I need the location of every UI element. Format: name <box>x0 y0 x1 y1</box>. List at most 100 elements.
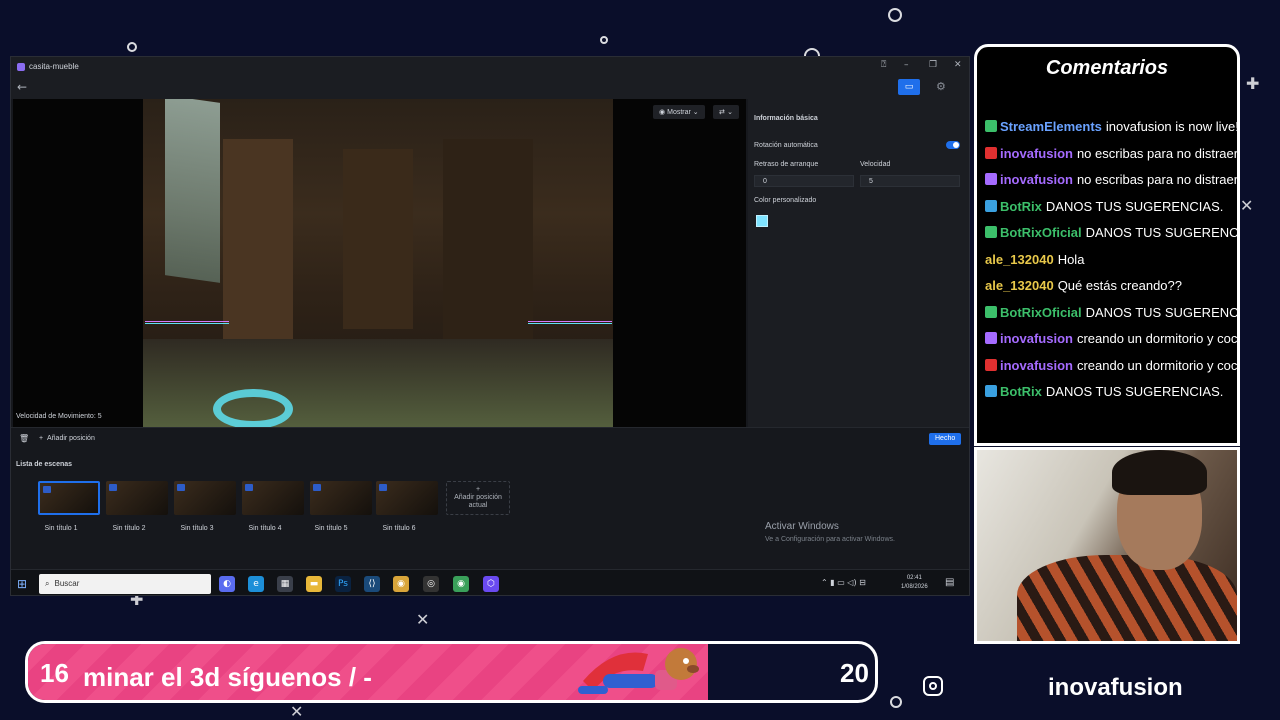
add-current-label: actual <box>468 502 488 509</box>
chat-badge-icon <box>985 173 997 185</box>
background-sparkle: ✚ <box>1246 74 1260 93</box>
taskbar-clock[interactable]: 02:41 1/08/2026 <box>901 574 928 592</box>
clock-time: 02:41 <box>906 575 922 581</box>
scene-tag-icon <box>245 484 253 491</box>
start-delay-input[interactable]: 0 <box>754 175 854 187</box>
chat-message: inovafusion no escribas para no distraer <box>985 146 1237 161</box>
person-sweater <box>1017 555 1237 641</box>
show-label: Mostrar <box>667 109 691 116</box>
maximize-button[interactable]: ❐ <box>929 60 937 70</box>
chat-message: inovafusion no escribas para no distraer <box>985 172 1237 187</box>
chat-badge-icon <box>985 120 997 132</box>
chat-text: DANOS TUS SUGERENCIAS. <box>1085 225 1237 240</box>
file-explorer-icon[interactable]: ▬ <box>306 576 322 592</box>
background-sparkle: ✕ <box>290 702 304 720</box>
trash-icon[interactable]: 🗑 <box>19 434 29 443</box>
scene-thumbnail-4[interactable] <box>242 481 304 515</box>
chat-badge-icon <box>985 305 997 318</box>
chat-message: inovafusion creando un dormitorio y cocin… <box>985 331 1237 346</box>
movement-speed-label: Velocidad de Movimiento: 5 <box>16 413 102 420</box>
scene-thumbnail-6[interactable] <box>376 481 438 515</box>
chat-message: BotRix DANOS TUS SUGERENCIAS. <box>985 199 1237 214</box>
auto-rotation-toggle[interactable] <box>946 141 960 149</box>
room-render <box>143 99 613 427</box>
minimize-button[interactable]: – <box>904 60 909 70</box>
scene-tag-icon <box>379 484 387 491</box>
position-guide-left <box>145 321 229 324</box>
chat-username: BotRixOficial <box>1000 225 1082 240</box>
ticker-banner: 16 minar el 3d síguenos / - 20 <box>25 641 878 703</box>
chat-message: ale_132040 Qué estás creando?? <box>985 278 1237 293</box>
scene-thumbnail-1[interactable] <box>38 481 100 515</box>
store-icon[interactable]: ▦ <box>277 576 293 592</box>
add-current-position-button[interactable]: + Añadir posición actual <box>446 481 510 515</box>
scene-label: Sin título 2 <box>112 525 146 532</box>
auto-rotation-label: Rotación automática <box>754 142 818 149</box>
custom-color-label: Color personalizado <box>754 197 817 204</box>
ticker-right-number: 20 <box>840 658 869 688</box>
edge-icon[interactable]: e <box>248 576 264 592</box>
activate-windows-subtitle: Ve a Configuración para activar Windows. <box>765 536 895 543</box>
scene-label: Sin título 1 <box>44 525 78 532</box>
clock-date: 1/08/2026 <box>901 584 928 590</box>
chat-text: creando un dormitorio y cocina <box>1076 357 1237 373</box>
obs-icon[interactable]: ◎ <box>423 576 439 592</box>
chat-username: ale_132040 <box>985 251 1054 267</box>
add-position-button[interactable]: + Añadir posición <box>39 435 95 442</box>
properties-panel: Información básica Rotación automática R… <box>748 99 969 427</box>
show-dropdown[interactable]: ◉ Mostrar ⌄ <box>653 105 705 119</box>
custom-color-swatch[interactable] <box>756 215 768 227</box>
taskbar-search-input[interactable]: ⌕ Buscar <box>39 574 211 594</box>
scene-tag-icon <box>177 484 185 491</box>
system-tray-icons[interactable]: ⌃ ▮ ▭ ◁) ⊟ <box>821 578 866 587</box>
window-render <box>165 99 220 283</box>
activate-windows-title: Activar Windows <box>765 521 839 532</box>
start-delay-label: Retraso de arranque <box>754 161 819 168</box>
chrome-icon[interactable]: ◉ <box>393 576 409 592</box>
close-button[interactable]: ✕ <box>954 60 962 70</box>
background-sparkle: ✕ <box>1240 196 1254 215</box>
wardrobe-render <box>443 139 533 359</box>
done-button[interactable]: Hecho <box>929 433 962 445</box>
app-active-icon[interactable]: ⬡ <box>483 576 499 592</box>
window-title: casita-mueble <box>29 62 79 71</box>
view-mode-button[interactable]: ▭ <box>898 79 920 95</box>
scene-tag-icon <box>43 486 51 493</box>
scene-thumbnail-5[interactable] <box>310 481 372 515</box>
windows-start-icon[interactable]: ⊞ <box>17 577 27 591</box>
chat-text: DANOS TUS SUGERENCIAS. <box>1085 304 1237 320</box>
person-hair <box>1112 450 1207 495</box>
floor-marker-icon <box>213 389 293 427</box>
background-sparkle: ✕ <box>416 610 430 629</box>
help-icon[interactable]: ⍰ <box>881 60 886 70</box>
chat-username: StreamElements <box>1000 119 1102 134</box>
vscode-icon[interactable]: ⟨⟩ <box>364 576 380 592</box>
speed-input[interactable]: 5 <box>860 175 960 187</box>
scene-thumbnail-3[interactable] <box>174 481 236 515</box>
copilot-icon[interactable]: ◐ <box>219 576 235 592</box>
background-bubble <box>127 42 137 52</box>
webcam-feed <box>974 447 1240 644</box>
chat-message: BotRix DANOS TUS SUGERENCIAS. <box>985 384 1237 399</box>
section-title: Información básica <box>754 115 818 122</box>
chat-username: ale_132040 <box>985 278 1054 293</box>
chat-username: BotRix <box>1000 384 1042 399</box>
chat-text: no escribas para no distraer <box>1076 145 1237 161</box>
notification-icon[interactable]: ▤ <box>945 577 954 588</box>
scene-thumbnail-2[interactable] <box>106 481 168 515</box>
add-current-label: Añadir posición <box>454 494 502 501</box>
eye-icon: ◉ <box>659 108 666 116</box>
chat-overlay: Comentarios StreamElements inovafusion is… <box>974 44 1240 446</box>
back-arrow-icon[interactable]: ← <box>17 80 27 94</box>
photoshop-icon[interactable]: Ps <box>335 576 351 592</box>
chat-message: BotRixOficialDANOS TUS SUGERENCIAS. <box>985 305 1237 320</box>
camera-options-dropdown[interactable]: ⇄ ⌄ <box>713 105 739 119</box>
add-position-label: Añadir posición <box>46 435 95 442</box>
background-bubble <box>888 8 902 22</box>
instagram-icon <box>923 676 943 696</box>
chrome-profile-icon[interactable]: ◉ <box>453 576 469 592</box>
settings-gear-icon[interactable]: ⚙ <box>936 80 946 93</box>
wardrobe-render <box>223 139 293 369</box>
3d-viewport[interactable]: ◉ Mostrar ⌄ ⇄ ⌄ Velocidad de Movimiento: … <box>13 99 746 427</box>
background-bubble <box>600 36 608 44</box>
